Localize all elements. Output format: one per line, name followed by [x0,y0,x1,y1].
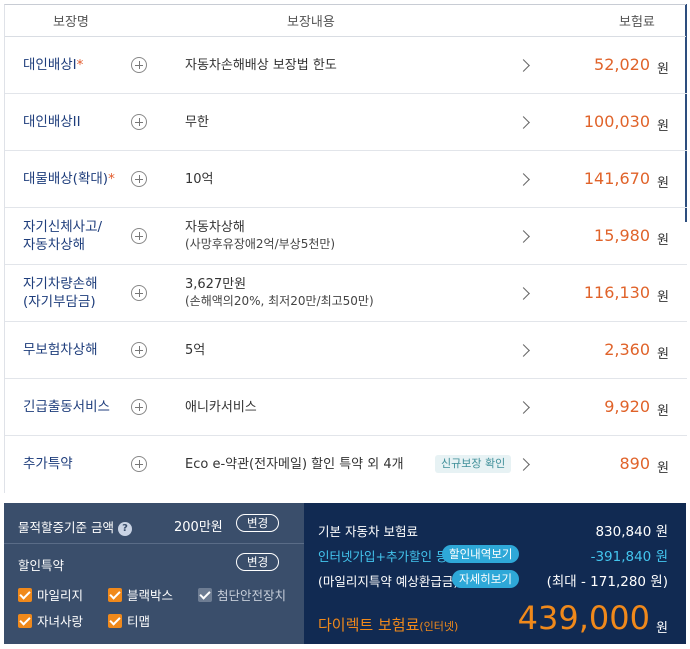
plus-circle-icon[interactable] [131,456,147,472]
premium-value: 52,020 [594,55,650,74]
change-threshold-button[interactable]: 변경 [236,514,280,532]
mileage-checkbox[interactable]: 마일리지 [18,585,83,604]
premium-unit: 원 [657,233,669,248]
child-love-checkbox[interactable]: 자녀사랑 [18,611,83,630]
mileage-refund-value: (최대 - 171,280 원) [546,574,668,590]
safety-device-checkbox[interactable]: 첨단안전장치 [198,585,286,604]
blackbox-checkbox[interactable]: 블랙박스 [108,585,173,604]
table-row[interactable]: 추가특약 Eco e-약관(전자메일) 할인 특약 외 4개 신규보장 확인 8… [5,436,687,493]
table-row[interactable]: 자기신체사고/자동차상해 자동차상해 (사망후유장애2억/부상5천만) 15,98… [5,208,687,265]
direct-premium-label: 다이렉트 보험료(인터넷) [318,616,459,634]
table-row[interactable]: 긴급출동서비스 애니카서비스 9,920 원 [5,379,687,436]
coverage-name: 대인배상II [23,114,81,130]
premium-value: 15,980 [594,226,650,245]
checkbox-checked-icon [108,587,122,602]
table-row[interactable]: 대인배상II 무한 100,030 원 [5,94,687,151]
chevron-right-icon[interactable] [517,401,530,414]
plus-circle-icon[interactable] [131,171,147,187]
chevron-right-icon[interactable] [517,116,530,129]
plus-circle-icon[interactable] [131,114,147,130]
plus-circle-icon[interactable] [131,228,147,244]
chevron-right-icon[interactable] [517,287,530,300]
premium-unit: 원 [657,347,669,362]
discount-detail-button[interactable]: 할인내역보기 [442,545,520,563]
header-name: 보장명 [53,15,89,30]
coverage-name: 무보험차상해 [23,342,98,358]
coverage-content: 무한 [185,115,209,130]
tmap-checkbox[interactable]: 티맵 [108,611,150,630]
checkbox-disabled-icon [198,587,212,602]
premium-unit: 원 [657,176,669,191]
premium-unit: 원 [657,461,669,476]
coverage-name: 대물배상(확대)* [23,171,115,187]
premium-unit: 원 [657,404,669,419]
discount-label: 인터넷가입+추가할인 등 [318,549,448,564]
premium-unit: 원 [657,290,669,305]
header-content: 보장내용 [287,15,335,30]
chevron-right-icon[interactable] [517,458,530,471]
coverage-table: 보장명 보장내용 보험료 대인배상I* 자동차손해배상 보장법 한도 52,02… [4,4,687,493]
premium-unit: 원 [657,119,669,134]
coverage-name: 긴급출동서비스 [23,399,110,415]
coverage-content: Eco e-약관(전자메일) 할인 특약 외 4개 [185,457,404,472]
premium-value: 116,130 [583,283,650,302]
coverage-name: 자기차량손해 (자기부담금) [23,276,98,310]
table-row[interactable]: 대물배상(확대)* 10억 141,670 원 [5,151,687,208]
chevron-right-icon[interactable] [517,230,530,243]
checkbox-checked-icon [18,587,32,602]
premium-unit: 원 [657,62,669,77]
divider [4,543,304,544]
chevron-right-icon[interactable] [517,344,530,357]
coverage-content: 5억 [185,343,206,358]
coverage-name: 추가특약 [23,456,73,472]
premium-value: 141,670 [583,169,650,188]
discount-rider-label: 할인특약 [18,558,65,573]
plus-circle-icon[interactable] [131,342,147,358]
coverage-name: 대인배상I* [23,57,84,73]
summary-panel: 물적할증기준 금액? 200만원 변경 할인특약 변경 마일리지 블랙박스 첨단… [4,503,686,644]
plus-circle-icon[interactable] [131,399,147,415]
direct-premium-unit: 원 [656,621,668,636]
table-row[interactable]: 무보험차상해 5억 2,360 원 [5,322,687,379]
premium-summary: 기본 자동차 보험료 830,840 원 인터넷가입+추가할인 등 할인내역보기… [304,503,686,644]
premium-value: 9,920 [604,397,650,416]
premium-value: 100,030 [583,112,650,131]
plus-circle-icon[interactable] [131,57,147,73]
premium-value: 890 [619,454,650,473]
mileage-detail-button[interactable]: 자세히보기 [452,570,519,588]
table-row[interactable]: 자기차량손해 (자기부담금) 3,627만원 (손해액의20%, 최저20만/최고5… [5,265,687,322]
help-icon[interactable]: ? [117,521,132,536]
change-discount-button[interactable]: 변경 [236,553,280,571]
coverage-content: 자동차상해 (사망후유장애2억/부상5천만) [185,220,336,251]
header-premium: 보험료 [619,15,655,30]
chevron-right-icon[interactable] [517,59,530,72]
direct-premium-value: 439,000 [517,599,650,637]
coverage-content: 애니카서비스 [185,400,257,415]
coverage-content: 10억 [185,172,214,187]
base-premium-label: 기본 자동차 보험료 [318,524,418,539]
discount-value: -391,840 원 [590,549,668,565]
plus-circle-icon[interactable] [131,285,147,301]
checkbox-checked-icon [108,613,122,628]
options-panel: 물적할증기준 금액? 200만원 변경 할인특약 변경 마일리지 블랙박스 첨단… [4,503,304,644]
base-premium-value: 830,840 원 [595,524,668,540]
property-threshold-label: 물적할증기준 금액? [18,517,132,536]
coverage-content: 3,627만원 (손해액의20%, 최저20만/최고50만) [185,277,374,308]
property-threshold-value: 200만원 [174,520,223,535]
table-header: 보장명 보장내용 보험료 [5,5,686,37]
chevron-right-icon[interactable] [517,173,530,186]
coverage-content: 자동차손해배상 보장법 한도 [185,58,337,73]
new-coverage-badge[interactable]: 신규보장 확인 [435,455,512,473]
checkbox-checked-icon [18,613,32,628]
premium-value: 2,360 [604,340,650,359]
table-row[interactable]: 대인배상I* 자동차손해배상 보장법 한도 52,020 원 [5,37,687,94]
coverage-name: 자기신체사고/자동차상해 [23,219,103,253]
mileage-refund-label: (마일리지특약 예상환급금) [318,574,459,589]
